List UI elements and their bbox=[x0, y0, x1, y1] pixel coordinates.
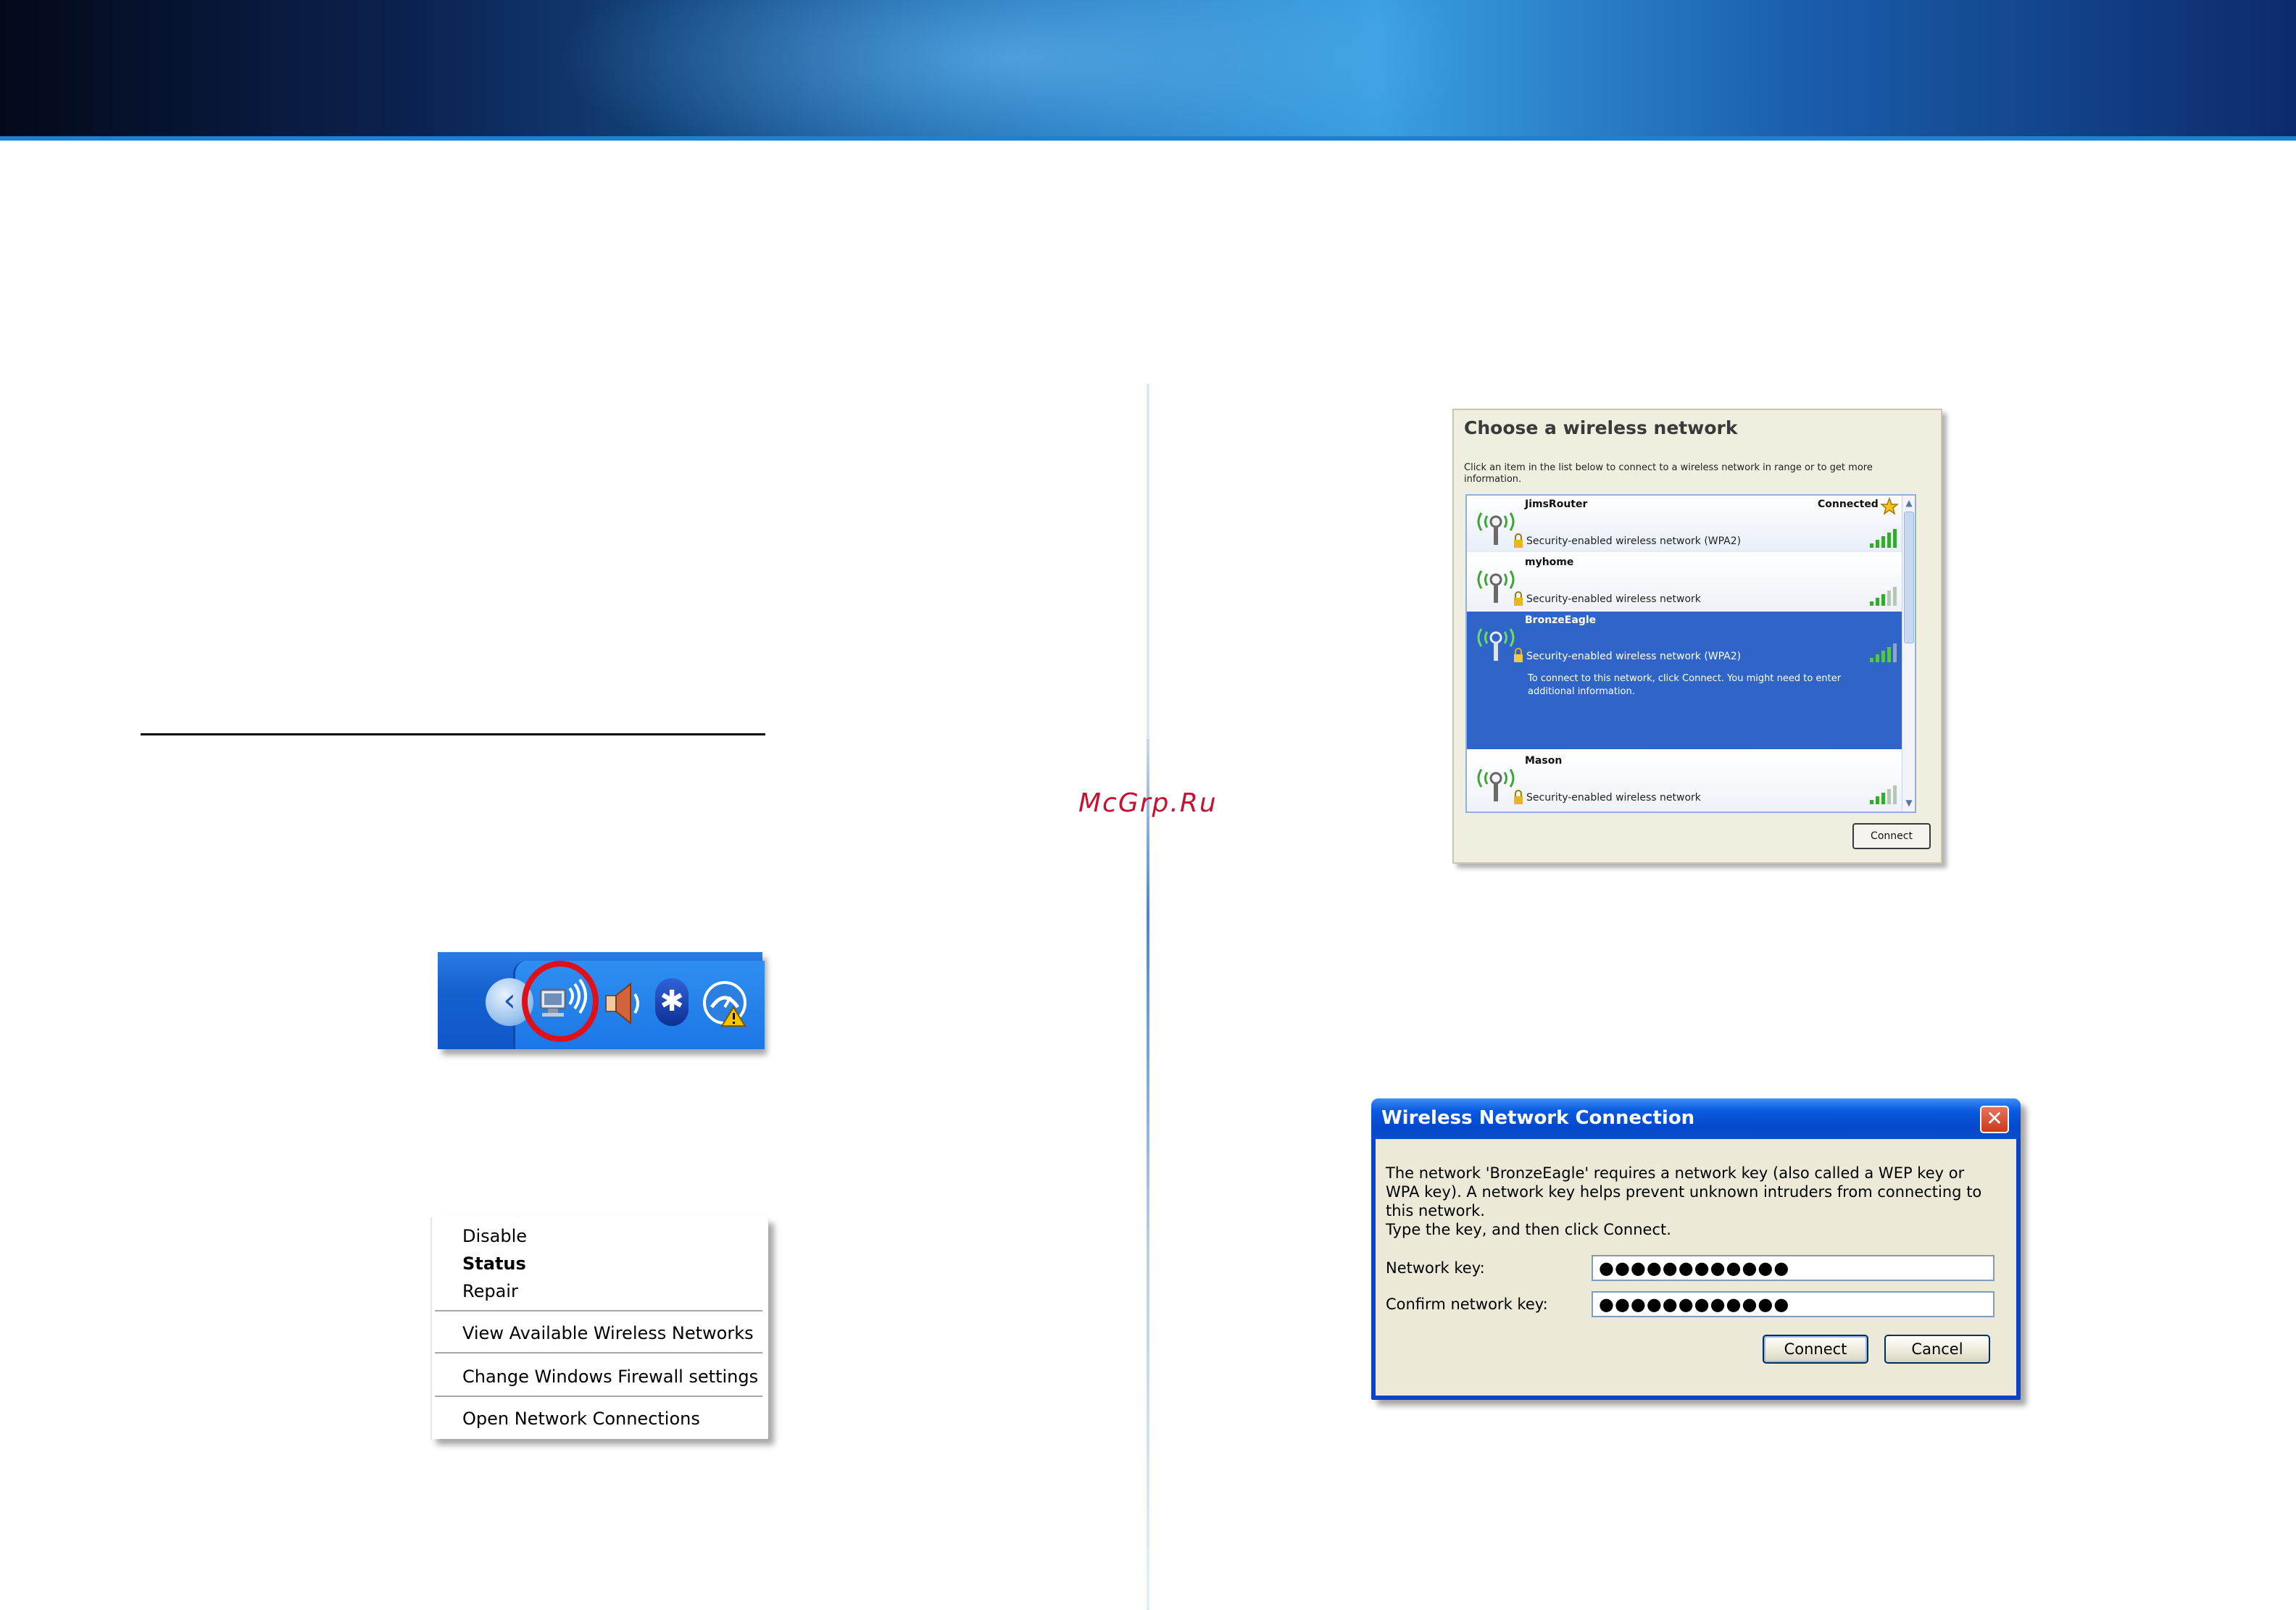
menu-item-repair[interactable]: Repair bbox=[462, 1281, 518, 1301]
bluetooth-icon[interactable]: ✱ bbox=[655, 978, 689, 1026]
network-row-bronzeeagle[interactable]: BronzeEagle Security-enabled wireless ne… bbox=[1467, 612, 1902, 749]
column-rule-accent bbox=[1147, 739, 1149, 1609]
close-icon[interactable]: ✕ bbox=[1980, 1106, 2009, 1133]
choose-wireless-network-dialog: Choose a wireless network Click an item … bbox=[1452, 409, 1942, 864]
cancel-button[interactable]: Cancel bbox=[1884, 1335, 1990, 1364]
header-banner bbox=[0, 0, 2296, 139]
connect-button[interactable]: Connect bbox=[1763, 1335, 1868, 1364]
scroll-thumb[interactable] bbox=[1904, 512, 1914, 643]
menu-item-disable[interactable]: Disable bbox=[462, 1226, 527, 1246]
network-key-label: Network key: bbox=[1386, 1259, 1485, 1277]
header-banner-edge bbox=[0, 136, 2296, 141]
network-name: JimsRouter bbox=[1525, 499, 1588, 510]
security-type: Security-enabled wireless network bbox=[1526, 593, 1701, 605]
menu-separator bbox=[435, 1310, 762, 1311]
security-type: Security-enabled wireless network (WPA2) bbox=[1526, 535, 1742, 547]
dialog-title: Wireless Network Connection bbox=[1381, 1107, 1695, 1129]
signal-strength-icon bbox=[1870, 643, 1897, 662]
network-list-scrollbar[interactable]: ▲ ▼ bbox=[1902, 496, 1915, 812]
wireless-antenna-icon bbox=[1477, 570, 1515, 603]
network-row-jimsrouter[interactable]: JimsRouter Connected Security-enabled wi… bbox=[1467, 496, 1902, 552]
signal-strength-icon bbox=[1870, 785, 1897, 804]
confirm-network-key-field[interactable]: ●●●●●●●●●●●● bbox=[1592, 1291, 1995, 1317]
menu-item-open-network-connections[interactable]: Open Network Connections bbox=[462, 1409, 700, 1429]
network-row-mason[interactable]: Mason Security-enabled wireless network bbox=[1467, 752, 1902, 812]
lock-icon bbox=[1514, 648, 1523, 662]
network-key-message: The network 'BronzeEagle' requires a net… bbox=[1386, 1164, 1982, 1219]
network-list: JimsRouter Connected Security-enabled wi… bbox=[1465, 494, 1916, 813]
signal-strength-icon bbox=[1870, 587, 1897, 606]
scroll-up-icon[interactable]: ▲ bbox=[1902, 496, 1915, 510]
scroll-down-icon[interactable]: ▼ bbox=[1902, 796, 1915, 810]
menu-separator bbox=[435, 1396, 762, 1397]
network-row-myhome[interactable]: myhome Security-enabled wireless network bbox=[1467, 554, 1902, 610]
connect-hint: To connect to this network, click Connec… bbox=[1528, 673, 1842, 697]
network-name: Mason bbox=[1525, 755, 1563, 767]
network-context-menu: Disable Status Repair View Available Wir… bbox=[430, 1217, 768, 1439]
lock-icon bbox=[1514, 790, 1523, 804]
dialog-titlebar: Wireless Network Connection ✕ bbox=[1371, 1098, 2021, 1139]
instruction-text: Type the key, and then click Connect. bbox=[1386, 1221, 1671, 1238]
network-name: BronzeEagle bbox=[1525, 614, 1597, 626]
security-type: Security-enabled wireless network bbox=[1526, 792, 1701, 804]
security-type: Security-enabled wireless network (WPA2) bbox=[1526, 651, 1742, 662]
wireless-network-connection-dialog: Wireless Network Connection ✕ The networ… bbox=[1371, 1098, 2021, 1400]
network-key-field[interactable]: ●●●●●●●●●●●● bbox=[1592, 1255, 1995, 1281]
security-alert-icon[interactable] bbox=[702, 978, 752, 1032]
dialog-title: Choose a wireless network bbox=[1464, 417, 1738, 438]
dialog-description: Click an item in the list below to conne… bbox=[1464, 462, 1873, 485]
lock-icon bbox=[1514, 591, 1523, 606]
connected-status: Connected bbox=[1818, 499, 1879, 510]
volume-speaker-icon[interactable] bbox=[602, 980, 645, 1030]
signal-strength-icon bbox=[1870, 529, 1897, 548]
network-name: myhome bbox=[1525, 556, 1574, 568]
highlight-circle bbox=[522, 961, 599, 1042]
connect-button[interactable]: Connect bbox=[1852, 823, 1931, 849]
lock-icon bbox=[1514, 533, 1523, 548]
section-divider bbox=[141, 733, 765, 735]
menu-item-firewall-settings[interactable]: Change Windows Firewall settings bbox=[462, 1367, 758, 1387]
menu-item-view-wireless-networks[interactable]: View Available Wireless Networks bbox=[462, 1323, 754, 1343]
star-icon bbox=[1880, 497, 1899, 515]
menu-item-status[interactable]: Status bbox=[462, 1254, 526, 1274]
menu-separator bbox=[435, 1352, 762, 1354]
wireless-antenna-icon bbox=[1477, 512, 1515, 545]
wireless-antenna-icon bbox=[1477, 628, 1515, 661]
watermark: McGrp.Ru bbox=[1078, 788, 1218, 818]
wireless-antenna-icon bbox=[1477, 769, 1515, 801]
confirm-network-key-label: Confirm network key: bbox=[1386, 1296, 1548, 1313]
dialog-body: The network 'BronzeEagle' requires a net… bbox=[1376, 1139, 2016, 1396]
